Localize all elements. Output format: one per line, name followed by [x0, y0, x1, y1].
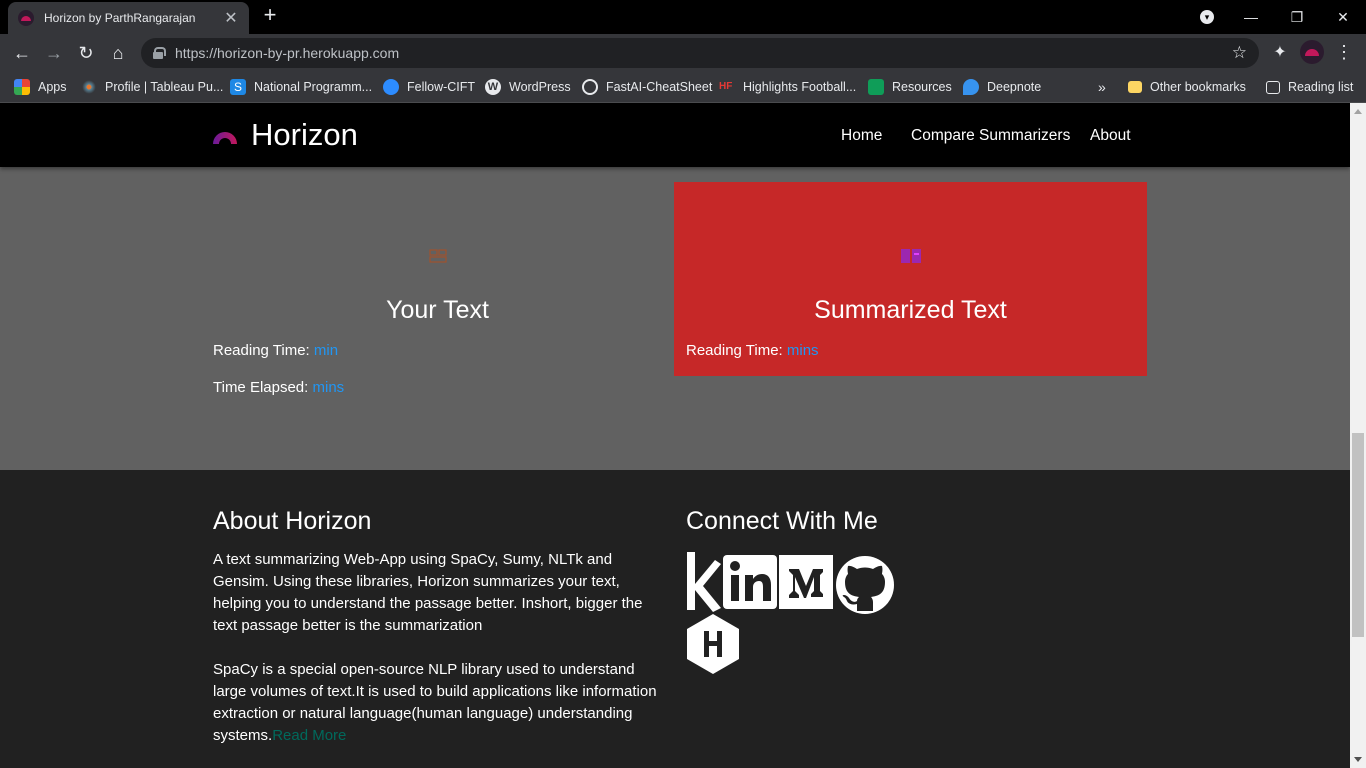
new-tab-button[interactable]: +: [258, 4, 282, 28]
bookmark-label: Apps: [38, 80, 67, 94]
bookmark-label: Resources: [892, 80, 952, 94]
bookmark-label: FastAI-CheatSheet: [606, 80, 713, 94]
bookmark-apps[interactable]: Apps: [14, 72, 67, 102]
profile-avatar[interactable]: [1300, 40, 1324, 64]
deepnote-icon: [963, 79, 979, 95]
minimize-button[interactable]: —: [1228, 0, 1274, 34]
browser-tab[interactable]: Horizon by ParthRangarajan ✕: [8, 2, 249, 34]
bookmark-label: Other bookmarks: [1150, 80, 1246, 94]
reading-time-label: Reading Time:: [213, 342, 310, 359]
time-elapsed-row: Time Elapsed: mins: [213, 379, 344, 396]
summary-reading-time-value: mins: [786, 342, 819, 359]
bookmark-label: Highlights Football...: [743, 80, 857, 94]
swayam-icon: S: [230, 79, 246, 95]
reload-button[interactable]: ↻: [74, 41, 98, 65]
hackerrank-icon[interactable]: [685, 614, 741, 674]
site-navbar: Horizon Home Compare Summarizers About: [0, 103, 1350, 167]
about-title: About Horizon: [213, 507, 372, 535]
summary-reading-time-label: Reading Time:: [686, 342, 783, 359]
globe-icon: [582, 79, 598, 95]
summary-reading-time-row: Reading Time: mins: [686, 342, 819, 359]
address-url[interactable]: https://horizon-by-pr.herokuapp.com: [175, 45, 399, 61]
home-button[interactable]: ⌂: [106, 41, 130, 65]
read-more-link[interactable]: Read More: [272, 727, 346, 744]
browser-tabstrip: Horizon by ParthRangarajan ✕ + ▾ — ❐ ✕: [0, 0, 1366, 34]
reading-time-value: min: [313, 342, 339, 359]
scroll-up-arrow-icon[interactable]: [1354, 109, 1362, 114]
bookmark-label: Deepnote: [987, 80, 1042, 94]
time-elapsed-value: mins: [312, 379, 345, 396]
brand-name: Horizon: [251, 117, 358, 152]
bookmark-resources[interactable]: Resources: [868, 72, 952, 102]
folder-icon: [1128, 81, 1142, 93]
tableau-icon: [81, 79, 97, 95]
medium-icon[interactable]: [779, 555, 833, 609]
about-paragraph-2: SpaCy is a special open-source NLP libra…: [213, 659, 665, 747]
connect-title: Connect With Me: [686, 507, 878, 535]
bookmark-tableau[interactable]: Profile | Tableau Pu...: [81, 72, 223, 102]
summary-book-icon: [900, 249, 921, 263]
web-page: Horizon Home Compare Summarizers About Y…: [0, 103, 1350, 768]
other-bookmarks[interactable]: Other bookmarks: [1128, 72, 1246, 102]
summarized-text-card: Summarized Text Reading Time: mins: [674, 182, 1147, 376]
site-footer: About Horizon A text summarizing Web-App…: [0, 470, 1350, 768]
tab-search-button[interactable]: ▾: [1196, 0, 1218, 34]
bookmark-label: National Programm...: [254, 80, 373, 94]
zoom-icon: [383, 79, 399, 95]
summarized-text-title: Summarized Text: [814, 296, 1007, 324]
bookmark-wordpress[interactable]: W WordPress: [485, 72, 571, 102]
bookmarks-bar: Apps Profile | Tableau Pu... S National …: [0, 72, 1366, 103]
extensions-puzzle-icon[interactable]: ✦: [1270, 42, 1290, 62]
linkedin-icon[interactable]: [723, 555, 777, 609]
scroll-down-arrow-icon[interactable]: [1354, 757, 1362, 762]
github-icon[interactable]: [835, 555, 895, 615]
address-bar[interactable]: https://horizon-by-pr.herokuapp.com ☆: [141, 38, 1259, 68]
bookmark-label: Fellow-CIFT: [407, 80, 476, 94]
forward-button[interactable]: →: [42, 41, 66, 65]
back-button[interactable]: ←: [10, 41, 34, 65]
reading-time-row: Reading Time: min: [213, 342, 338, 359]
bookmarks-overflow-button[interactable]: »: [1098, 72, 1106, 102]
reading-list-icon: [1266, 80, 1280, 94]
bookmark-deepnote[interactable]: Deepnote: [963, 72, 1041, 102]
bookmark-highlights-football[interactable]: HF Highlights Football...: [719, 72, 856, 102]
reading-list[interactable]: Reading list: [1266, 72, 1353, 102]
nav-compare-summarizers[interactable]: Compare Summarizers: [911, 127, 1070, 145]
bookmark-national-programme[interactable]: S National Programm...: [230, 72, 372, 102]
bookmark-fastai[interactable]: FastAI-CheatSheet: [582, 72, 712, 102]
nav-home[interactable]: Home: [841, 127, 882, 145]
bookmark-fellow-cift[interactable]: Fellow-CIFT: [383, 72, 475, 102]
page-scrollbar[interactable]: [1350, 103, 1366, 768]
browser-menu-icon[interactable]: ⋮: [1334, 40, 1354, 64]
lock-icon[interactable]: [153, 47, 166, 59]
scrollbar-thumb[interactable]: [1352, 433, 1364, 637]
restore-button[interactable]: ❐: [1274, 0, 1320, 34]
hf-icon: HF: [719, 81, 733, 92]
tab-title: Horizon by ParthRangarajan: [44, 11, 196, 25]
bookmark-label: Reading list: [1288, 80, 1354, 94]
text-document-icon: [428, 249, 447, 263]
bookmark-label: WordPress: [509, 80, 571, 94]
site-favicon-icon: [18, 10, 34, 26]
apps-grid-icon: [14, 79, 30, 95]
about-paragraph-1: A text summarizing Web-App using SpaCy, …: [213, 551, 643, 634]
your-text-title: Your Text: [386, 296, 489, 324]
time-elapsed-label: Time Elapsed:: [213, 379, 309, 396]
sheets-icon: [868, 79, 884, 95]
browser-toolbar: ← → ↻ ⌂ https://horizon-by-pr.herokuapp.…: [0, 34, 1366, 72]
site-brand[interactable]: Horizon: [213, 117, 358, 153]
horizon-logo-icon: [213, 132, 237, 146]
wordpress-icon: W: [485, 79, 501, 95]
your-text-card: Your Text Reading Time: min Time Elapsed…: [201, 182, 674, 396]
bookmark-label: Profile | Tableau Pu...: [105, 80, 224, 94]
kaggle-icon[interactable]: [685, 550, 721, 612]
bookmark-star-icon[interactable]: ☆: [1232, 43, 1247, 63]
tab-close-icon[interactable]: ✕: [223, 8, 239, 28]
chevron-down-icon: ▾: [1200, 10, 1214, 24]
nav-about[interactable]: About: [1090, 127, 1131, 145]
window-close-button[interactable]: ✕: [1320, 0, 1366, 34]
